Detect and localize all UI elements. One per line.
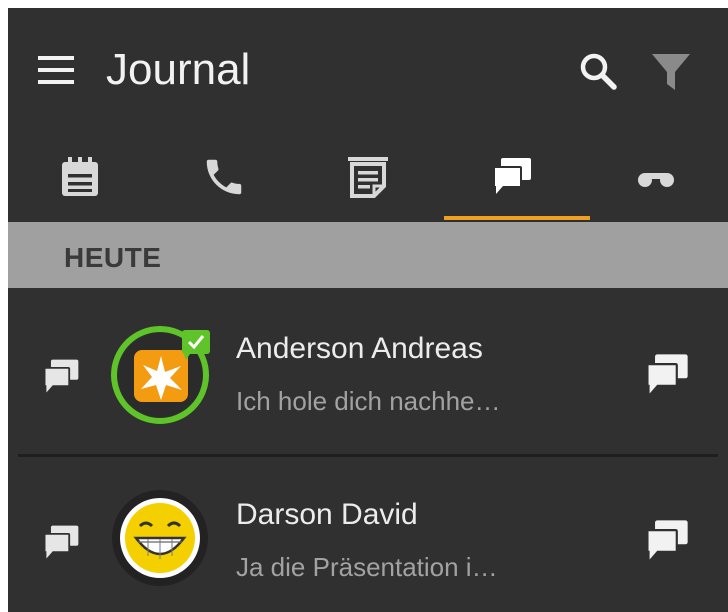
app-bar: Journal (8, 8, 728, 128)
contact-name: Darson David (236, 498, 418, 531)
chat-icon[interactable] (642, 516, 692, 566)
chat-icon (492, 158, 531, 194)
chat-icon (42, 359, 79, 393)
message-preview: Ja die Präsentation i… (236, 552, 498, 582)
filter-icon[interactable] (648, 48, 694, 96)
list-item[interactable]: Darson David Ja die Präsentation i… (8, 454, 728, 612)
section-label: HEUTE (64, 242, 162, 273)
hamburger-menu-icon[interactable] (36, 50, 76, 90)
list-item[interactable]: Anderson Andreas Ich hole dich nachhe… (8, 288, 728, 454)
tab-bar (8, 128, 728, 226)
message-preview: Ich hole dich nachhe… (236, 386, 501, 416)
phone-icon (206, 159, 242, 195)
avatar (108, 486, 212, 590)
search-icon[interactable] (576, 50, 620, 94)
tab-indicator (444, 216, 590, 220)
chat-icon[interactable] (642, 350, 692, 400)
tab-chat[interactable] (440, 128, 584, 226)
voicemail-icon (638, 173, 674, 187)
tab-calendar[interactable] (8, 128, 152, 226)
tab-calls[interactable] (152, 128, 296, 226)
tab-voicemail[interactable] (584, 128, 728, 226)
section-header: HEUTE (8, 222, 728, 288)
notes-icon (348, 157, 388, 198)
chat-icon (42, 525, 79, 559)
page-title: Journal (106, 45, 251, 94)
calendar-icon (62, 157, 98, 196)
tab-notes[interactable] (296, 128, 440, 226)
avatar (108, 320, 212, 424)
app-window: Journal HEUTE Anderson Andreas Ich hole … (8, 8, 728, 612)
contact-name: Anderson Andreas (236, 332, 483, 365)
